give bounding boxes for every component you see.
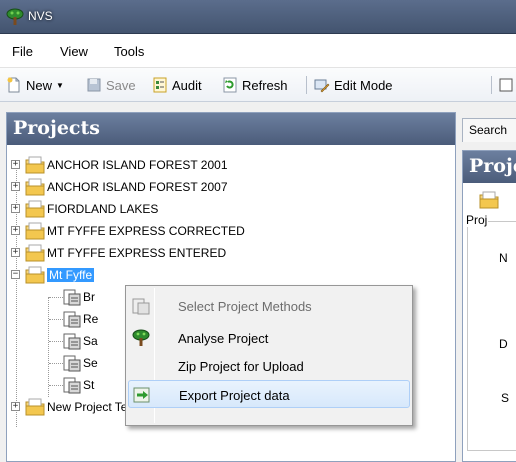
tree-app-icon — [6, 8, 24, 26]
expand-icon[interactable]: + — [11, 226, 20, 235]
tree-node-label: FIORDLAND LAKES — [47, 202, 159, 216]
menu-item-label: Export Project data — [179, 388, 290, 403]
field-label-s: S — [501, 391, 510, 405]
method-icon — [63, 288, 81, 309]
export-icon — [133, 386, 151, 407]
tree-node-label: ANCHOR ISLAND FOREST 2001 — [47, 158, 228, 172]
title-bar: NVS — [0, 0, 516, 34]
menu-item-label: Select Project Methods — [178, 299, 312, 314]
tree-connector-line — [49, 319, 63, 320]
method-icon — [63, 332, 81, 353]
new-document-icon — [7, 77, 20, 93]
audit-icon — [153, 77, 167, 93]
save-button[interactable]: Save — [86, 76, 136, 94]
expand-icon[interactable]: + — [11, 204, 20, 213]
method-icon — [63, 310, 81, 331]
toolbar-separator — [306, 76, 307, 94]
chevron-down-icon[interactable]: ▼ — [56, 81, 64, 90]
menu-item-zip-project-for-upload[interactable]: Zip Project for Upload — [128, 352, 410, 380]
field-label-n: N — [499, 251, 508, 265]
refresh-button-label: Refresh — [242, 77, 288, 93]
tree-project-node[interactable]: + ANCHOR ISLAND FOREST 2007 — [7, 177, 455, 199]
methods-icon — [132, 297, 150, 318]
tree-node-label: Sa — [83, 334, 98, 348]
menu-item-select-project-methods[interactable]: Select Project Methods — [128, 292, 410, 320]
tree-node-label: MT FYFFE EXPRESS CORRECTED — [47, 224, 245, 238]
edit-mode-button[interactable]: Edit Mode — [314, 76, 393, 94]
expand-icon[interactable]: + — [11, 160, 20, 169]
project-details-title: Project — [463, 151, 516, 183]
collapse-icon[interactable]: − — [11, 270, 20, 279]
menu-item-label: Zip Project for Upload — [178, 359, 304, 374]
project-folder-icon — [479, 191, 499, 212]
audit-button[interactable]: Audit — [152, 76, 202, 94]
menu-file[interactable]: File — [12, 44, 33, 59]
project-groupbox — [467, 221, 516, 451]
refresh-icon — [223, 77, 237, 93]
tree-node-label: ANCHOR ISLAND FOREST 2007 — [47, 180, 228, 194]
menu-item-label: Analyse Project — [178, 331, 269, 346]
tree-connector-line — [49, 341, 63, 342]
project-folder-icon — [25, 200, 45, 221]
toolbar-separator — [491, 76, 492, 94]
menu-view[interactable]: View — [60, 44, 88, 59]
save-button-label: Save — [106, 77, 136, 93]
project-group-label: Proj — [465, 213, 489, 227]
new-button-label: New — [26, 77, 53, 93]
tree-project-node[interactable]: + ANCHOR ISLAND FOREST 2001 — [7, 155, 455, 177]
project-details-panel: Project Proj N D S — [462, 150, 516, 462]
menu-bar: File View Tools — [0, 34, 516, 68]
new-button[interactable]: New ▼ — [6, 76, 64, 94]
field-label-d: D — [499, 337, 508, 351]
method-icon — [63, 354, 81, 375]
details-pane: Search Project Proj N D S — [458, 112, 516, 462]
refresh-button[interactable]: Refresh — [222, 76, 288, 94]
tree-project-node[interactable]: + FIORDLAND LAKES — [7, 199, 455, 221]
window-title: NVS — [28, 9, 53, 23]
tree-connector-line — [49, 385, 63, 386]
expand-icon[interactable]: + — [11, 248, 20, 257]
expand-icon[interactable]: + — [11, 402, 20, 411]
tree-node-label: Mt Fyffe — [47, 268, 95, 282]
tree-node-label: MT FYFFE EXPRESS ENTERED — [47, 246, 227, 260]
tree-node-label: Se — [83, 356, 98, 370]
tree-node-label: Br — [83, 290, 95, 304]
save-disk-icon — [87, 78, 101, 92]
edit-mode-icon — [314, 79, 330, 93]
toolbar: New ▼ Save Audit Refresh Edit Mode — [0, 68, 516, 102]
context-menu: Select Project Methods Analyse Project Zip… — [125, 285, 413, 426]
tree-connector-line — [49, 363, 63, 364]
projects-panel-title: Projects — [7, 113, 455, 145]
tree-node-label: St — [83, 378, 95, 392]
menu-item-analyse-project[interactable]: Analyse Project — [128, 324, 410, 352]
edit-mode-button-label: Edit Mode — [334, 77, 393, 93]
tree-connector-line — [49, 297, 63, 298]
toolbar-overflow-button[interactable] — [498, 76, 516, 94]
project-folder-icon — [25, 178, 45, 199]
tree-project-node[interactable]: + MT FYFFE EXPRESS CORRECTED — [7, 221, 455, 243]
tree-icon — [132, 329, 150, 350]
expand-icon[interactable]: + — [11, 182, 20, 191]
method-icon — [63, 376, 81, 397]
tree-project-node[interactable]: + MT FYFFE EXPRESS ENTERED — [7, 243, 455, 265]
menu-tools[interactable]: Tools — [114, 44, 144, 59]
project-folder-icon — [25, 156, 45, 177]
tree-node-label: Re — [83, 312, 99, 326]
search-tab[interactable]: Search — [462, 118, 516, 142]
project-folder-icon — [25, 266, 45, 287]
document-icon — [499, 78, 513, 92]
project-folder-icon — [25, 398, 45, 419]
tree-project-node[interactable]: − Mt Fyffe — [7, 265, 455, 287]
project-folder-icon — [25, 222, 45, 243]
audit-button-label: Audit — [172, 77, 202, 93]
project-folder-icon — [25, 244, 45, 265]
menu-item-export-project-data[interactable]: Export Project data — [128, 380, 410, 408]
